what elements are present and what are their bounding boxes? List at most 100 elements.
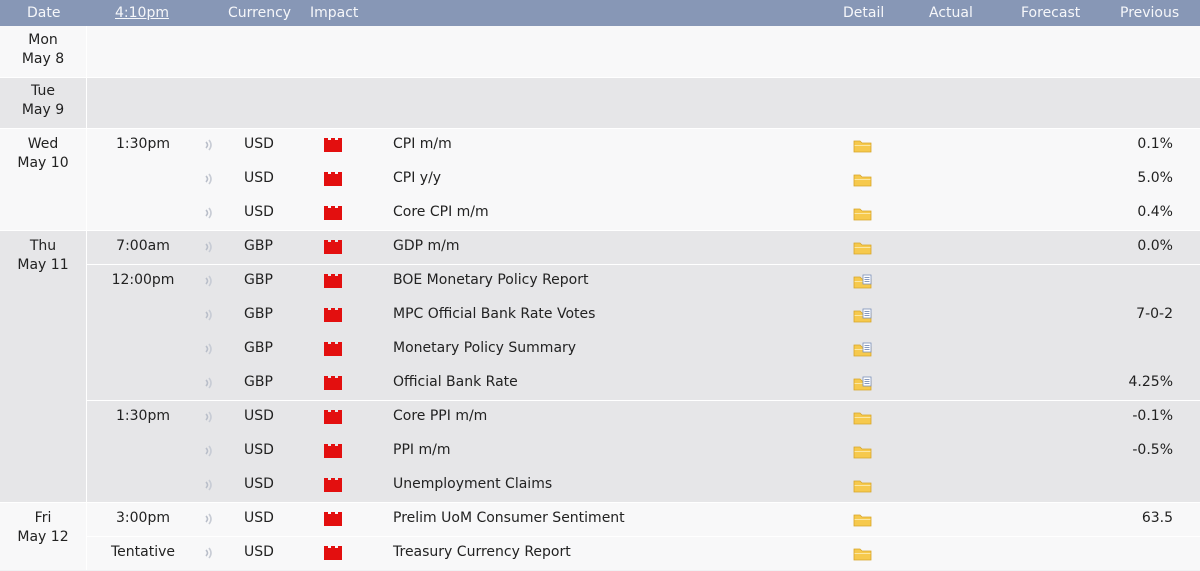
event-currency: GBP <box>244 306 273 322</box>
column-divider <box>86 77 87 128</box>
sound-alert-icon[interactable] <box>203 342 215 356</box>
event-currency: USD <box>244 476 274 492</box>
sound-alert-icon[interactable] <box>203 512 215 526</box>
day-weekday: Fri <box>34 510 52 526</box>
event-row[interactable]: GBP Monetary Policy Summary <box>87 332 1200 366</box>
event-row[interactable]: GBP Official Bank Rate 4.25% <box>87 366 1200 400</box>
day-date: May 9 <box>21 102 65 118</box>
event-time: 1:30pm <box>116 136 170 152</box>
day-date: May 10 <box>17 155 69 171</box>
calendar-table: Date 4:10pm Currency Impact Detail Actua… <box>0 0 1200 571</box>
folder-icon[interactable] <box>853 478 873 494</box>
header-impact: Impact <box>310 5 359 21</box>
sound-alert-icon[interactable] <box>203 308 215 322</box>
folder-doc-icon[interactable] <box>853 308 873 324</box>
high-impact-icon <box>324 308 342 322</box>
day-block: Fri May 12 3:00pm USD Prelim UoM Consumer Se… <box>0 502 1200 570</box>
day-weekday: Mon <box>28 32 58 48</box>
day-weekday: Thu <box>29 238 57 254</box>
event-title[interactable]: Official Bank Rate <box>393 374 518 390</box>
event-previous: 4.25% <box>1128 374 1173 390</box>
sound-alert-icon[interactable] <box>203 478 215 492</box>
folder-doc-icon[interactable] <box>853 274 873 290</box>
folder-icon[interactable] <box>853 206 873 222</box>
sound-alert-icon[interactable] <box>203 240 215 254</box>
event-row[interactable]: 12:00pm GBP BOE Monetary Policy Report <box>87 264 1200 298</box>
event-time: 12:00pm <box>111 272 175 288</box>
event-currency: USD <box>244 544 274 560</box>
sound-alert-icon[interactable] <box>203 546 215 560</box>
event-row[interactable]: Tentative USD Treasury Currency Report <box>87 536 1200 570</box>
event-previous: 7-0-2 <box>1136 306 1173 322</box>
folder-icon[interactable] <box>853 512 873 528</box>
event-row[interactable]: 7:00am GBP GDP m/m 0.0% <box>87 230 1200 264</box>
event-row[interactable]: USD Core CPI m/m 0.4% <box>87 196 1200 230</box>
high-impact-icon <box>324 478 342 492</box>
event-row[interactable]: USD PPI m/m -0.5% <box>87 434 1200 468</box>
event-title[interactable]: Treasury Currency Report <box>393 544 571 560</box>
day-block: Wed May 10 1:30pm USD CPI m/m 0.1% USD CPI y/y 5… <box>0 128 1200 230</box>
event-currency: GBP <box>244 340 273 356</box>
event-time: Tentative <box>110 544 175 560</box>
event-previous: 5.0% <box>1137 170 1173 186</box>
sound-alert-icon[interactable] <box>203 376 215 390</box>
sound-alert-icon[interactable] <box>203 274 215 288</box>
event-title[interactable]: BOE Monetary Policy Report <box>393 272 589 288</box>
event-time: 3:00pm <box>116 510 170 526</box>
day-label: Wed May 10 <box>0 135 86 173</box>
event-time: 7:00am <box>116 238 170 254</box>
event-row[interactable]: 1:30pm USD CPI m/m 0.1% <box>87 128 1200 162</box>
event-currency: USD <box>244 136 274 152</box>
high-impact-icon <box>324 512 342 526</box>
event-currency: USD <box>244 204 274 220</box>
header-date: Date <box>27 5 61 21</box>
folder-icon[interactable] <box>853 444 873 460</box>
current-time-link[interactable]: 4:10pm <box>115 5 169 21</box>
event-title[interactable]: GDP m/m <box>393 238 460 254</box>
event-title[interactable]: Core CPI m/m <box>393 204 489 220</box>
high-impact-icon <box>324 172 342 186</box>
event-title[interactable]: Unemployment Claims <box>393 476 552 492</box>
folder-icon[interactable] <box>853 138 873 154</box>
folder-icon[interactable] <box>853 410 873 426</box>
event-title[interactable]: MPC Official Bank Rate Votes <box>393 306 595 322</box>
high-impact-icon <box>324 342 342 356</box>
event-title[interactable]: Core PPI m/m <box>393 408 487 424</box>
event-row[interactable]: 3:00pm USD Prelim UoM Consumer Sentiment 63… <box>87 502 1200 536</box>
folder-doc-icon[interactable] <box>853 342 873 358</box>
sound-alert-icon[interactable] <box>203 410 215 424</box>
day-divider <box>0 77 1200 78</box>
event-currency: USD <box>244 510 274 526</box>
day-label: Thu May 11 <box>0 237 86 275</box>
event-row[interactable]: USD Unemployment Claims <box>87 468 1200 502</box>
header-forecast: Forecast <box>1021 5 1081 21</box>
day-label: Fri May 12 <box>0 509 86 547</box>
event-currency: GBP <box>244 374 273 390</box>
event-previous: -0.1% <box>1132 408 1173 424</box>
folder-icon[interactable] <box>853 546 873 562</box>
event-row[interactable]: USD CPI y/y 5.0% <box>87 162 1200 196</box>
high-impact-icon <box>324 138 342 152</box>
event-title[interactable]: PPI m/m <box>393 442 450 458</box>
column-divider <box>86 26 87 77</box>
event-currency: USD <box>244 408 274 424</box>
event-currency: GBP <box>244 272 273 288</box>
folder-icon[interactable] <box>853 240 873 256</box>
high-impact-icon <box>324 410 342 424</box>
event-time: 1:30pm <box>116 408 170 424</box>
event-title[interactable]: Prelim UoM Consumer Sentiment <box>393 510 625 526</box>
event-previous: 0.1% <box>1137 136 1173 152</box>
sound-alert-icon[interactable] <box>203 138 215 152</box>
sound-alert-icon[interactable] <box>203 206 215 220</box>
day-block: Mon May 8 <box>0 26 1200 77</box>
day-label: Tue May 9 <box>0 82 86 120</box>
sound-alert-icon[interactable] <box>203 172 215 186</box>
sound-alert-icon[interactable] <box>203 444 215 458</box>
event-title[interactable]: Monetary Policy Summary <box>393 340 576 356</box>
event-title[interactable]: CPI y/y <box>393 170 441 186</box>
event-row[interactable]: GBP MPC Official Bank Rate Votes 7-0-2 <box>87 298 1200 332</box>
event-title[interactable]: CPI m/m <box>393 136 452 152</box>
folder-doc-icon[interactable] <box>853 376 873 392</box>
event-row[interactable]: 1:30pm USD Core PPI m/m -0.1% <box>87 400 1200 434</box>
folder-icon[interactable] <box>853 172 873 188</box>
